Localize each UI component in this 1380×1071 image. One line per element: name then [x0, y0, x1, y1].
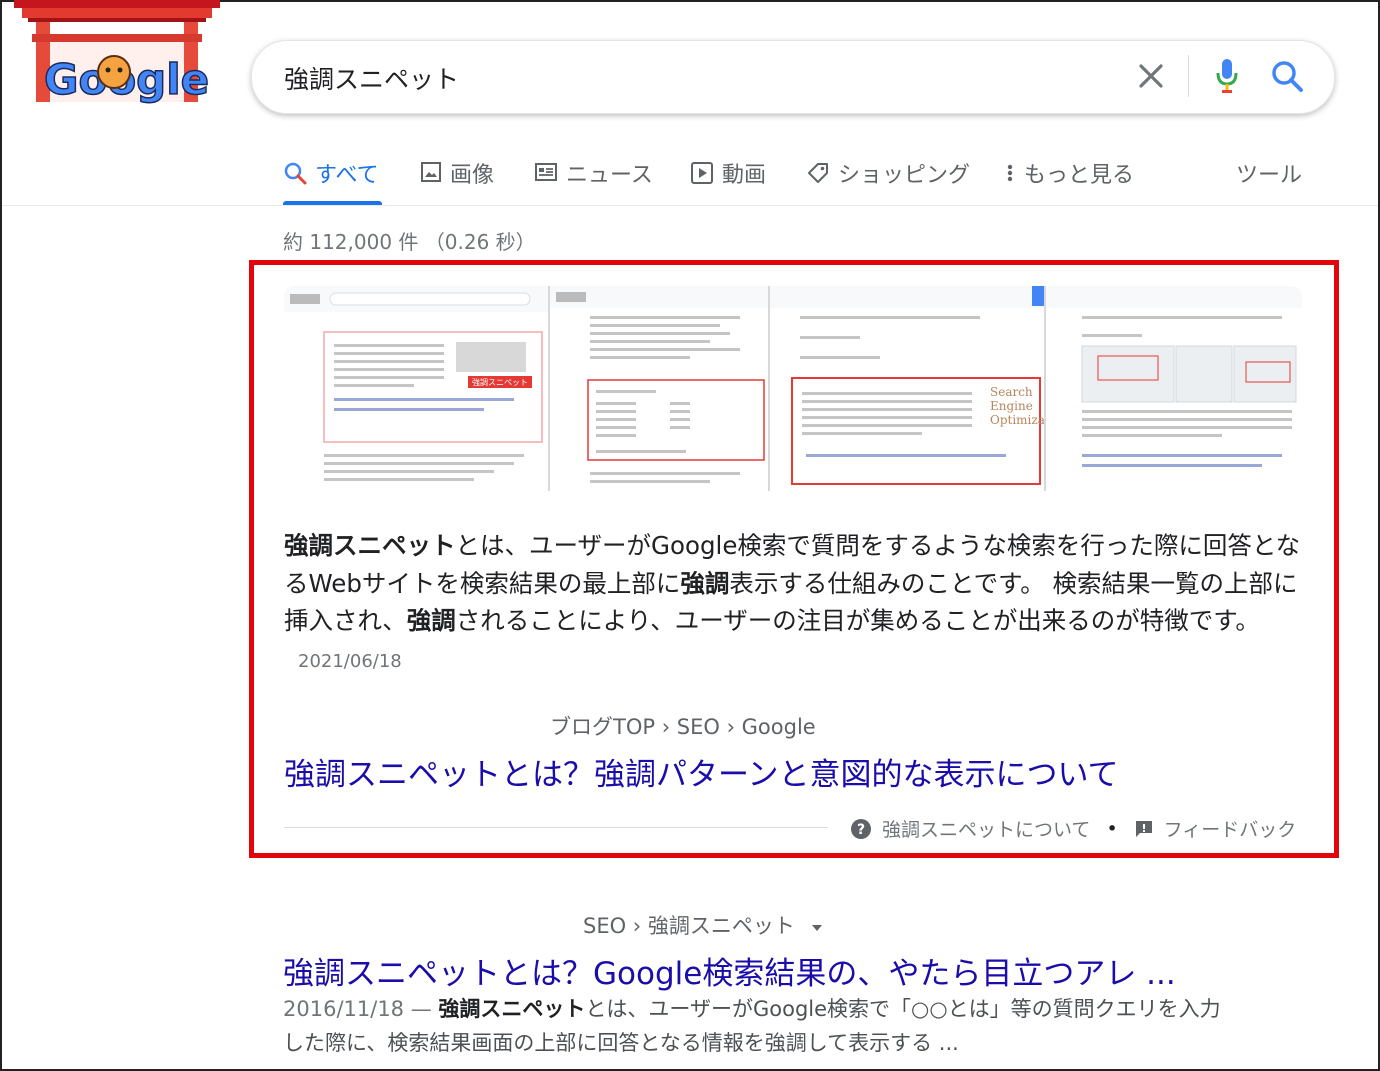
screenshot-thumbnail: 強調スニペット: [284, 286, 548, 491]
tab-label: すべて: [315, 163, 379, 188]
tab-videos[interactable]: 動画: [690, 157, 766, 207]
thumb-search-word: Search: [990, 385, 1033, 399]
snippet-footer-divider: [284, 827, 828, 828]
tab-label: ショッピング: [838, 163, 971, 188]
featured-snippet: 強調スニペット Search Engine Optimiz 強調スニペットとは、…: [249, 260, 1339, 858]
thumb-optimization-word: Optimizati: [990, 413, 1044, 427]
tabs-divider: [2, 205, 1378, 206]
help-icon: ?: [851, 818, 871, 839]
news-icon: [535, 163, 557, 181]
search-box-divider: [1188, 55, 1189, 97]
thumb-button-label: 強調スニペット: [472, 377, 528, 387]
google-doodle-logo[interactable]: Google: [14, 0, 220, 112]
footer-separator: •: [1106, 817, 1118, 840]
snippet-breadcrumb: ブログTOP › SEO › Google: [550, 715, 816, 739]
microphone-icon[interactable]: [1212, 57, 1242, 95]
snippet-bold-term: 強調: [406, 606, 456, 635]
tag-icon: [808, 163, 828, 183]
tab-label: もっと見る: [1024, 163, 1135, 188]
snippet-text: 強調スニペットとは、ユーザーがGoogle検索で質問をするような検索を行った際に…: [284, 527, 1304, 680]
about-snippets-link[interactable]: 強調スニペットについて: [882, 815, 1090, 842]
result-description: 2016/11/18 — 強調スニペットとは、ユーザーがGoogle検索で「○○…: [283, 992, 1223, 1060]
snippet-result-title-link[interactable]: 強調スニペットとは？強調パターンと意図的な表示について: [284, 749, 1119, 794]
snippet-text-part: されることにより、ユーザーの注目が集めることが出来るのが特徴です。: [455, 606, 1260, 635]
snippet-bold-term: 強調スニペット: [284, 531, 456, 560]
search-box[interactable]: 強調スニペット: [251, 40, 1335, 114]
tab-label: 動画: [722, 163, 767, 188]
clear-icon[interactable]: [1136, 61, 1166, 91]
search-input[interactable]: 強調スニペット: [284, 60, 459, 96]
tab-images[interactable]: 画像: [420, 157, 494, 207]
torii-gate-icon: Google: [14, 0, 220, 105]
snippet-bold-term: 強調: [680, 568, 730, 598]
tab-shopping[interactable]: ショッピング: [806, 157, 970, 207]
snippet-image-1[interactable]: 強調スニペット: [284, 286, 550, 491]
tab-news[interactable]: ニュース: [534, 157, 653, 207]
tab-more[interactable]: もっと見る: [1004, 157, 1134, 207]
thumb-engine-word: Engine: [990, 399, 1033, 413]
snippet-image-3[interactable]: Search Engine Optimizati: [770, 286, 1046, 491]
video-icon: [691, 162, 713, 184]
search-icon[interactable]: [1270, 59, 1304, 93]
chevron-down-icon[interactable]: [810, 923, 824, 933]
feedback-link[interactable]: フィードバック: [1164, 815, 1297, 842]
result-bold-term: 強調スニペット: [438, 997, 586, 1021]
feedback-icon: [1135, 820, 1152, 837]
snippet-image-4[interactable]: [1046, 286, 1302, 491]
result-breadcrumb-text: SEO › 強調スニペット: [583, 914, 795, 938]
image-icon: [421, 162, 441, 182]
svg-text:?: ?: [857, 822, 865, 838]
screenshot-thumbnail: Search Engine Optimizati: [770, 286, 1044, 491]
result-date: 2016/11/18 —: [283, 997, 432, 1021]
snippet-footer: ? 強調スニペットについて • フィードバック: [850, 815, 1296, 842]
result-breadcrumb: SEO › 強調スニペット: [583, 910, 824, 940]
screenshot-thumbnail: [1046, 286, 1302, 491]
more-vert-icon: [1007, 164, 1013, 182]
snippet-image-2[interactable]: [550, 286, 770, 491]
tools-button[interactable]: ツール: [1236, 157, 1302, 189]
snippet-image-carousel[interactable]: 強調スニペット Search Engine Optimiz: [284, 286, 1302, 491]
result-stats: 約 112,000 件 （0.26 秒）: [283, 230, 536, 254]
search-icon: [284, 162, 307, 185]
screenshot-thumbnail: [550, 286, 768, 491]
tab-label: 画像: [450, 163, 495, 188]
tab-label: ニュース: [566, 163, 653, 188]
tab-all[interactable]: すべて: [283, 157, 379, 207]
result-title-link[interactable]: 強調スニペットとは？Google検索結果の、やたら目立つアレ ...: [283, 948, 1176, 993]
snippet-date: 2021/06/18: [298, 650, 402, 672]
